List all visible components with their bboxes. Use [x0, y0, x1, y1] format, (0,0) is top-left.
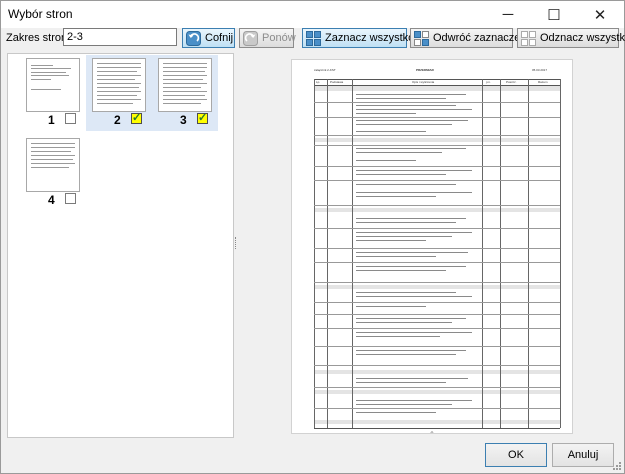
page-thumbnails-panel[interactable]: 1 2 ✓ 3 ✓ 4: [7, 53, 234, 438]
select-all-icon: [306, 30, 321, 46]
undo-label: Cofnij: [205, 32, 234, 44]
close-icon: ✕: [593, 6, 607, 24]
page-checkbox[interactable]: ✓: [131, 113, 142, 124]
invert-selection-button[interactable]: Odwróć zaznaczenie: [410, 28, 535, 48]
page-preview-document: załącznik 2-KST PRZEDMIAR 05.03.2017 Lp.…: [291, 59, 573, 434]
page-number: 3: [180, 113, 187, 127]
page-number: 4: [48, 193, 55, 207]
column-header: Lp.: [316, 80, 321, 84]
page-range-input[interactable]: [63, 28, 177, 46]
resize-grip-icon[interactable]: [612, 461, 622, 471]
close-button[interactable]: ✕: [577, 1, 623, 28]
page-thumbnail-1[interactable]: 1: [20, 55, 86, 131]
redo-button[interactable]: Ponów: [239, 28, 296, 48]
deselect-all-icon: [521, 30, 536, 46]
preview-header-right: 05.03.2017: [532, 68, 548, 72]
page-selection-dialog: Wybór stron ─ ☐ ✕ Zakres stron: Cofnij P…: [0, 0, 625, 474]
page-thumbnail-4[interactable]: 4: [20, 135, 86, 211]
redo-arrow-icon: [243, 30, 258, 46]
column-header: Opis i wyliczenia: [412, 80, 435, 84]
ok-button[interactable]: OK: [485, 443, 547, 467]
page-thumbnail-3[interactable]: 3 ✓: [152, 55, 218, 131]
deselect-all-button[interactable]: Odznacz wszystko: [517, 28, 625, 48]
column-header: Poszcz.: [506, 80, 517, 84]
minimize-icon: ─: [502, 6, 514, 23]
window-title: Wybór stron: [8, 7, 73, 21]
maximize-button[interactable]: ☐: [531, 1, 577, 28]
column-header: Razem: [538, 80, 548, 84]
maximize-icon: ☐: [547, 6, 561, 24]
select-all-label: Zaznacz wszystko: [325, 32, 415, 44]
preview-header-center: PRZEDMIAR: [416, 68, 434, 72]
deselect-all-label: Odznacz wszystko: [540, 32, 625, 44]
undo-arrow-icon: [186, 30, 201, 46]
preview-page-number: -3-: [430, 430, 434, 434]
page-number: 2: [114, 113, 121, 127]
page-preview-panel: załącznik 2-KST PRZEDMIAR 05.03.2017 Lp.…: [241, 53, 618, 436]
page-preview-image: [92, 58, 146, 112]
page-range-label: Zakres stron:: [6, 32, 71, 44]
page-checkbox[interactable]: [65, 113, 76, 124]
preview-header-left: załącznik 2-KST: [314, 68, 336, 72]
page-checkbox[interactable]: ✓: [197, 113, 208, 124]
undo-button[interactable]: Cofnij: [182, 28, 235, 48]
redo-label: Ponów: [262, 32, 296, 44]
toolbar: Zakres stron: Cofnij Ponów: [1, 28, 625, 52]
cancel-button[interactable]: Anuluj: [552, 443, 614, 467]
page-preview-image: [26, 58, 80, 112]
page-thumbnail-2[interactable]: 2 ✓: [86, 55, 152, 131]
page-preview-image: [26, 138, 80, 192]
page-number: 1: [48, 113, 55, 127]
page-preview-image: [158, 58, 212, 112]
minimize-button[interactable]: ─: [485, 1, 531, 28]
panel-splitter-grip[interactable]: [235, 237, 238, 249]
column-header: Podstawa: [330, 80, 344, 84]
invert-selection-icon: [414, 30, 429, 46]
title-bar: Wybór stron ─ ☐ ✕: [1, 1, 624, 28]
column-header: j.m.: [486, 80, 491, 84]
page-checkbox[interactable]: [65, 193, 76, 204]
select-all-button[interactable]: Zaznacz wszystko: [302, 28, 414, 48]
